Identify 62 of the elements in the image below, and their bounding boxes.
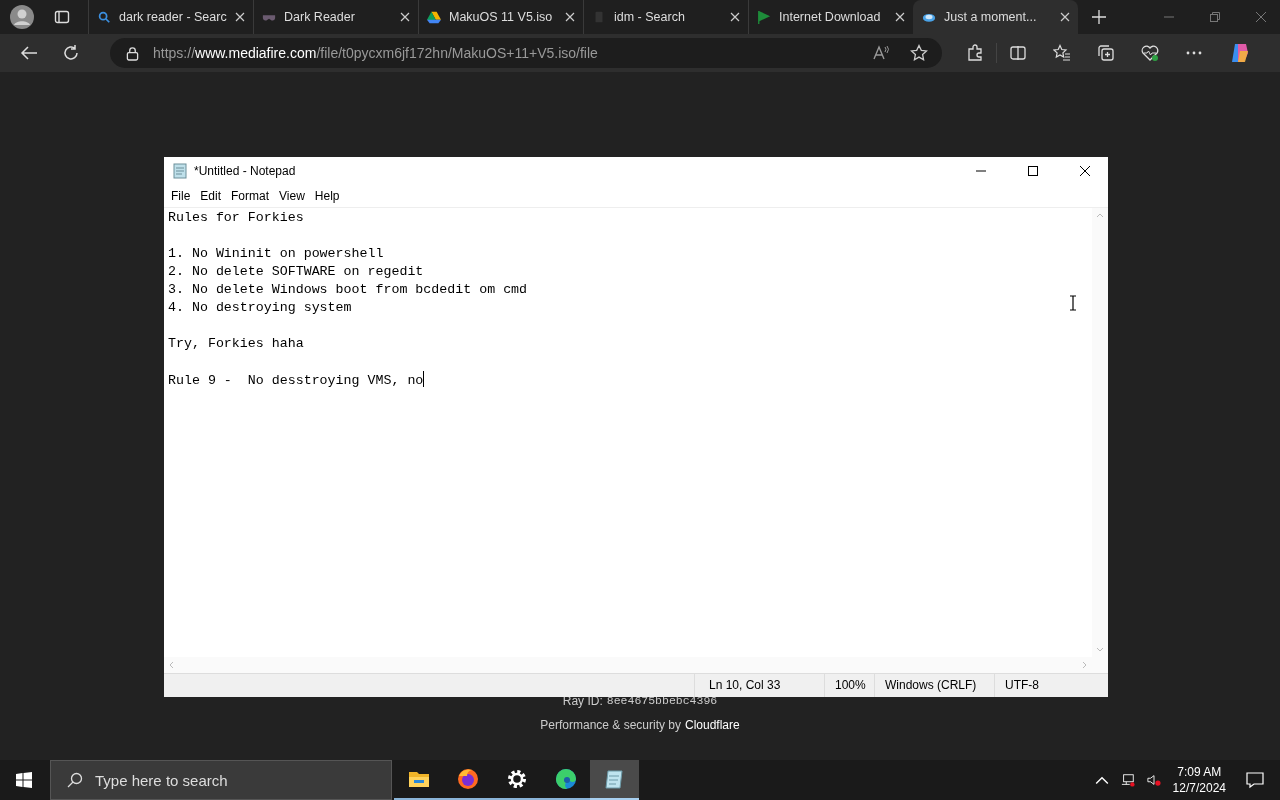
menu-item[interactable]: File bbox=[166, 189, 196, 203]
browser-tab[interactable]: Just a moment... bbox=[913, 0, 1078, 34]
line-ending: Windows (CRLF) bbox=[874, 674, 994, 697]
close-tab-icon[interactable] bbox=[235, 12, 245, 22]
copilot-icon[interactable] bbox=[1229, 42, 1251, 64]
menu-item[interactable]: Edit bbox=[195, 189, 227, 203]
text-line: Rule 9 - No desstroying VMS, no bbox=[168, 371, 425, 390]
read-aloud-icon[interactable] bbox=[872, 44, 890, 62]
address-bar[interactable]: https://www.mediafire.com/file/t0pycxm6jf172hn/MakuOS+11+V5.iso/file bbox=[110, 38, 942, 68]
triangle-icon bbox=[427, 10, 441, 24]
menu-item[interactable]: View bbox=[274, 189, 310, 203]
close-tab-icon[interactable] bbox=[895, 12, 905, 22]
text-line: 3. No delete Windows boot from bcdedit om cmd bbox=[168, 281, 528, 299]
menu-item[interactable]: Format bbox=[226, 189, 275, 203]
start-icon[interactable] bbox=[16, 772, 32, 788]
heart-pulse-icon[interactable] bbox=[1141, 44, 1159, 62]
footer-text: Performance & security by bbox=[540, 718, 681, 732]
notepad-icon bbox=[172, 163, 188, 179]
zoom-level: 100% bbox=[824, 674, 874, 697]
encoding: UTF-8 bbox=[994, 674, 1108, 697]
text-cursor-icon bbox=[1069, 295, 1077, 311]
tab-actions-icon[interactable] bbox=[54, 9, 70, 25]
close-tab-icon[interactable] bbox=[1060, 12, 1070, 22]
url-text: https://www.mediafire.com/file/t0pycxm6jf172hn/MakuOS+11+V5.iso/file bbox=[153, 45, 598, 61]
search-icon bbox=[97, 10, 111, 24]
text-line: Rules for Forkies bbox=[168, 209, 304, 227]
close-tab-icon[interactable] bbox=[730, 12, 740, 22]
extensions-icon[interactable] bbox=[966, 44, 984, 62]
text-line: Try, Forkies haha bbox=[168, 335, 304, 353]
flag-icon bbox=[757, 10, 771, 24]
new-tab-icon[interactable] bbox=[1092, 10, 1106, 24]
text-line: 1. No Wininit on powershell bbox=[168, 245, 384, 263]
notifications-icon[interactable] bbox=[1246, 771, 1264, 789]
taskbar-search-field[interactable]: Type here to search bbox=[50, 760, 392, 800]
cloudflare-link[interactable]: Cloudflare bbox=[685, 718, 740, 732]
favorite-star-icon[interactable] bbox=[910, 44, 928, 62]
search-icon bbox=[67, 772, 83, 788]
refresh-icon[interactable] bbox=[62, 44, 80, 62]
back-icon[interactable] bbox=[20, 44, 38, 62]
text-line: 4. No destroying system bbox=[168, 299, 352, 317]
maximize-icon[interactable] bbox=[1028, 166, 1038, 176]
split-screen-icon[interactable] bbox=[1009, 44, 1027, 62]
window-title: *Untitled - Notepad bbox=[194, 164, 296, 178]
restore-icon[interactable] bbox=[1210, 12, 1220, 22]
fox-globe-icon bbox=[455, 767, 480, 791]
wave-globe-icon bbox=[553, 767, 578, 791]
menu-item[interactable]: Help bbox=[309, 189, 345, 203]
lock-icon bbox=[126, 45, 139, 61]
ray-id: 8ee4675bbebc4396 bbox=[606, 694, 718, 708]
text-line: 2. No delete SOFTWARE on regedit bbox=[168, 263, 424, 281]
taskbar-app[interactable] bbox=[590, 760, 639, 800]
volume-muted-icon[interactable] bbox=[1146, 773, 1161, 787]
text-editor[interactable]: Rules for Forkies 1. No Wininit on powershell 2. No delete SOFTWARE on regedit 3. No delete Windows boot from bcdedit om cmd 4. No destroying system Try, Forkies haha Rule 9 - No desstroying VMS, no bbox=[164, 208, 1092, 657]
profile-avatar-icon[interactable] bbox=[10, 5, 34, 29]
close-tab-icon[interactable] bbox=[400, 12, 410, 22]
cursor-position: Ln 10, Col 33 bbox=[694, 674, 824, 697]
collections-icon[interactable] bbox=[1097, 44, 1115, 62]
close-icon[interactable] bbox=[1080, 166, 1090, 176]
close-tab-icon[interactable] bbox=[565, 12, 575, 22]
network-icon[interactable] bbox=[1120, 773, 1135, 787]
clock[interactable]: 7:09 AM 12/7/2024 bbox=[1172, 764, 1226, 796]
favorites-icon[interactable] bbox=[1053, 44, 1071, 62]
